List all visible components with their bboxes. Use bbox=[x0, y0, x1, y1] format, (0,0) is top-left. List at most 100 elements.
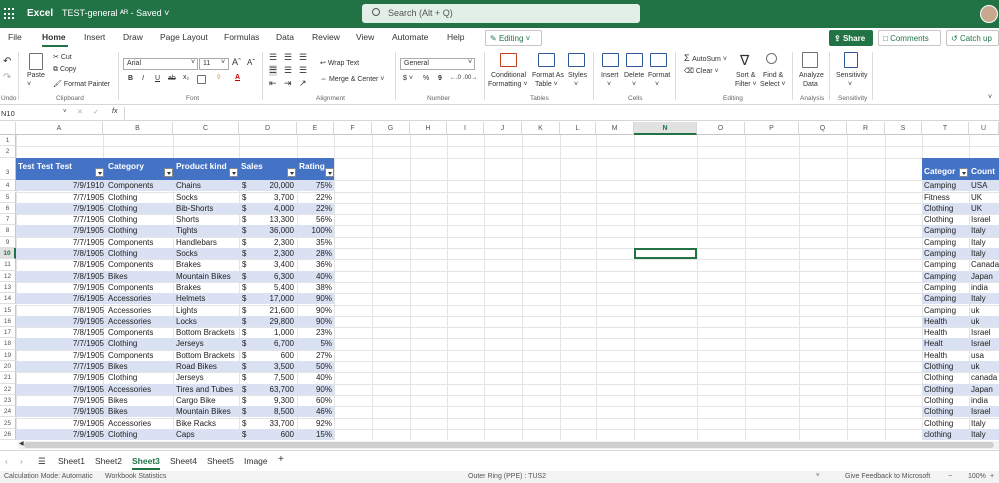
select-all-corner[interactable] bbox=[0, 122, 16, 135]
menu-automate[interactable]: Automate bbox=[392, 32, 428, 42]
prev-sheet-icon[interactable]: ‹ bbox=[5, 456, 8, 466]
analyze-data-icon[interactable] bbox=[802, 52, 818, 68]
redo-icon[interactable]: ↷ bbox=[3, 72, 11, 83]
row-header-2[interactable]: 2 bbox=[0, 146, 16, 158]
menu-data[interactable]: Data bbox=[276, 32, 294, 42]
align-center-icon[interactable]: ☰ bbox=[284, 65, 292, 76]
insert-cells-button[interactable]: Insert bbox=[601, 72, 619, 79]
zoom-in-button[interactable]: + bbox=[990, 473, 994, 480]
subscript-icon[interactable]: x₂ bbox=[183, 74, 189, 81]
delete-dropdown-icon[interactable]: ˅ bbox=[632, 81, 636, 88]
number-format-select[interactable]: General bbox=[400, 58, 475, 70]
row-header-13[interactable]: 13 bbox=[0, 281, 16, 294]
row-header-8[interactable]: 8 bbox=[0, 225, 16, 237]
delete-cells-button[interactable]: Delete bbox=[624, 72, 644, 79]
sensitivity-icon[interactable] bbox=[844, 52, 858, 68]
increase-decimal-icon[interactable]: ←.0 bbox=[450, 75, 461, 81]
decrease-font-icon[interactable]: Aˇ bbox=[247, 58, 255, 67]
menu-insert[interactable]: Insert bbox=[84, 32, 105, 42]
calc-mode[interactable]: Calculation Mode: Automatic bbox=[4, 473, 93, 480]
sensitivity-dropdown-icon[interactable]: ˅ bbox=[848, 81, 852, 88]
row-header-4[interactable]: 4 bbox=[0, 180, 16, 192]
menu-home[interactable]: Home bbox=[42, 32, 66, 42]
find-select-icon[interactable] bbox=[766, 53, 777, 64]
menu-page-layout[interactable]: Page Layout bbox=[160, 32, 208, 42]
conditional-formatting-label2[interactable]: Formatting ˅ bbox=[488, 81, 528, 88]
all-sheets-icon[interactable]: ☰ bbox=[38, 456, 46, 467]
scrollbar-thumb[interactable] bbox=[24, 442, 994, 448]
percent-button[interactable]: % bbox=[423, 75, 429, 82]
row-header-12[interactable]: 12 bbox=[0, 270, 16, 282]
styles-button[interactable]: Styles bbox=[568, 72, 587, 79]
scroll-left-icon[interactable]: ◀ bbox=[19, 440, 24, 447]
paste-button[interactable]: Paste bbox=[27, 72, 45, 79]
format-as-table-icon[interactable] bbox=[538, 53, 555, 67]
align-right-icon[interactable]: ☰ bbox=[299, 65, 307, 76]
enter-icon[interactable]: ✓ bbox=[93, 108, 99, 116]
analyze-data-button[interactable]: Analyze bbox=[799, 72, 824, 79]
filter-dropdown-icon[interactable] bbox=[325, 168, 334, 177]
increase-font-icon[interactable]: Aˆ bbox=[232, 57, 241, 67]
sheet-tab-sheet2[interactable]: Sheet2 bbox=[95, 456, 122, 466]
align-bottom-icon[interactable]: ☰ bbox=[299, 52, 307, 63]
column-header-k[interactable]: K bbox=[522, 122, 560, 135]
next-sheet-icon[interactable]: › bbox=[20, 456, 23, 466]
currency-button[interactable]: $ ˅ bbox=[403, 75, 413, 82]
row-header-26[interactable]: 26 bbox=[0, 428, 16, 440]
avatar[interactable] bbox=[980, 5, 998, 23]
font-size-dropdown-icon[interactable]: ˅ bbox=[221, 59, 225, 66]
format-cells-button[interactable]: Format bbox=[648, 72, 670, 79]
number-format-dropdown-icon[interactable]: ˅ bbox=[468, 59, 472, 66]
column-header-l[interactable]: L bbox=[560, 122, 596, 135]
editing-mode-button[interactable]: ✎ Editing ˅ bbox=[485, 30, 542, 46]
row-header-21[interactable]: 21 bbox=[0, 372, 16, 384]
comments-button[interactable]: □ Comments bbox=[878, 30, 941, 46]
filter-dropdown-icon[interactable] bbox=[287, 168, 296, 177]
column-header-d[interactable]: D bbox=[239, 122, 297, 135]
row-header-3[interactable]: 3 bbox=[0, 157, 16, 181]
format-cells-icon[interactable] bbox=[650, 53, 667, 67]
ribbon-collapse-icon[interactable]: ˅ bbox=[988, 94, 992, 101]
catchup-button[interactable]: ↺ Catch up bbox=[946, 30, 999, 46]
column-header-s[interactable]: S bbox=[885, 122, 922, 135]
italic-button[interactable]: I bbox=[142, 75, 144, 82]
menu-file[interactable]: File bbox=[8, 32, 22, 42]
filter-dropdown-icon[interactable] bbox=[95, 168, 104, 177]
row-header-19[interactable]: 19 bbox=[0, 349, 16, 361]
zoom-out-button[interactable]: − bbox=[948, 473, 952, 480]
cut-button[interactable]: ✂ Cut bbox=[53, 53, 72, 61]
filter-dropdown-icon[interactable] bbox=[164, 168, 173, 177]
column-header-p[interactable]: P bbox=[745, 122, 799, 135]
sort-filter-label2[interactable]: Filter ˅ bbox=[735, 81, 757, 88]
sheet-tab-sheet5[interactable]: Sheet5 bbox=[207, 456, 234, 466]
workbook-statistics[interactable]: Workbook Statistics bbox=[105, 473, 166, 480]
row-header-14[interactable]: 14 bbox=[0, 293, 16, 305]
clear-button[interactable]: ⌫ Clear ˅ bbox=[684, 67, 719, 75]
column-header-h[interactable]: H bbox=[410, 122, 447, 135]
paste-dropdown-icon[interactable]: ˅ bbox=[27, 81, 31, 88]
selected-cell-n10[interactable] bbox=[634, 248, 697, 260]
search-input[interactable]: Search (Alt + Q) bbox=[362, 4, 640, 23]
font-color-icon[interactable]: A bbox=[235, 74, 240, 81]
row-header-22[interactable]: 22 bbox=[0, 383, 16, 395]
undo-icon[interactable]: ↶ bbox=[3, 56, 11, 67]
row-header-9[interactable]: 9 bbox=[0, 236, 16, 248]
format-as-table-button[interactable]: Format As bbox=[532, 72, 564, 79]
decrease-decimal-icon[interactable]: .00→ bbox=[463, 75, 477, 81]
row-header-24[interactable]: 24 bbox=[0, 406, 16, 418]
bold-button[interactable]: B bbox=[128, 75, 133, 82]
column-header-u[interactable]: U bbox=[969, 122, 999, 135]
autosum-button[interactable]: Σ AutoSum ˅ bbox=[684, 53, 727, 63]
column-header-n[interactable]: N bbox=[634, 122, 697, 135]
column-header-b[interactable]: B bbox=[103, 122, 173, 135]
row-header-25[interactable]: 25 bbox=[0, 417, 16, 429]
column-header-q[interactable]: Q bbox=[799, 122, 847, 135]
app-launcher-icon[interactable] bbox=[4, 8, 16, 20]
fill-color-icon[interactable]: ◊ bbox=[217, 74, 220, 81]
column-header-e[interactable]: E bbox=[297, 122, 334, 135]
column-header-f[interactable]: F bbox=[334, 122, 372, 135]
format-painter-button[interactable]: 🖌 Format Painter bbox=[53, 80, 110, 88]
analyze-data-label2[interactable]: Data bbox=[803, 81, 818, 88]
sensitivity-button[interactable]: Sensitivity bbox=[836, 72, 868, 79]
decrease-indent-icon[interactable]: ⇤ bbox=[269, 78, 277, 89]
